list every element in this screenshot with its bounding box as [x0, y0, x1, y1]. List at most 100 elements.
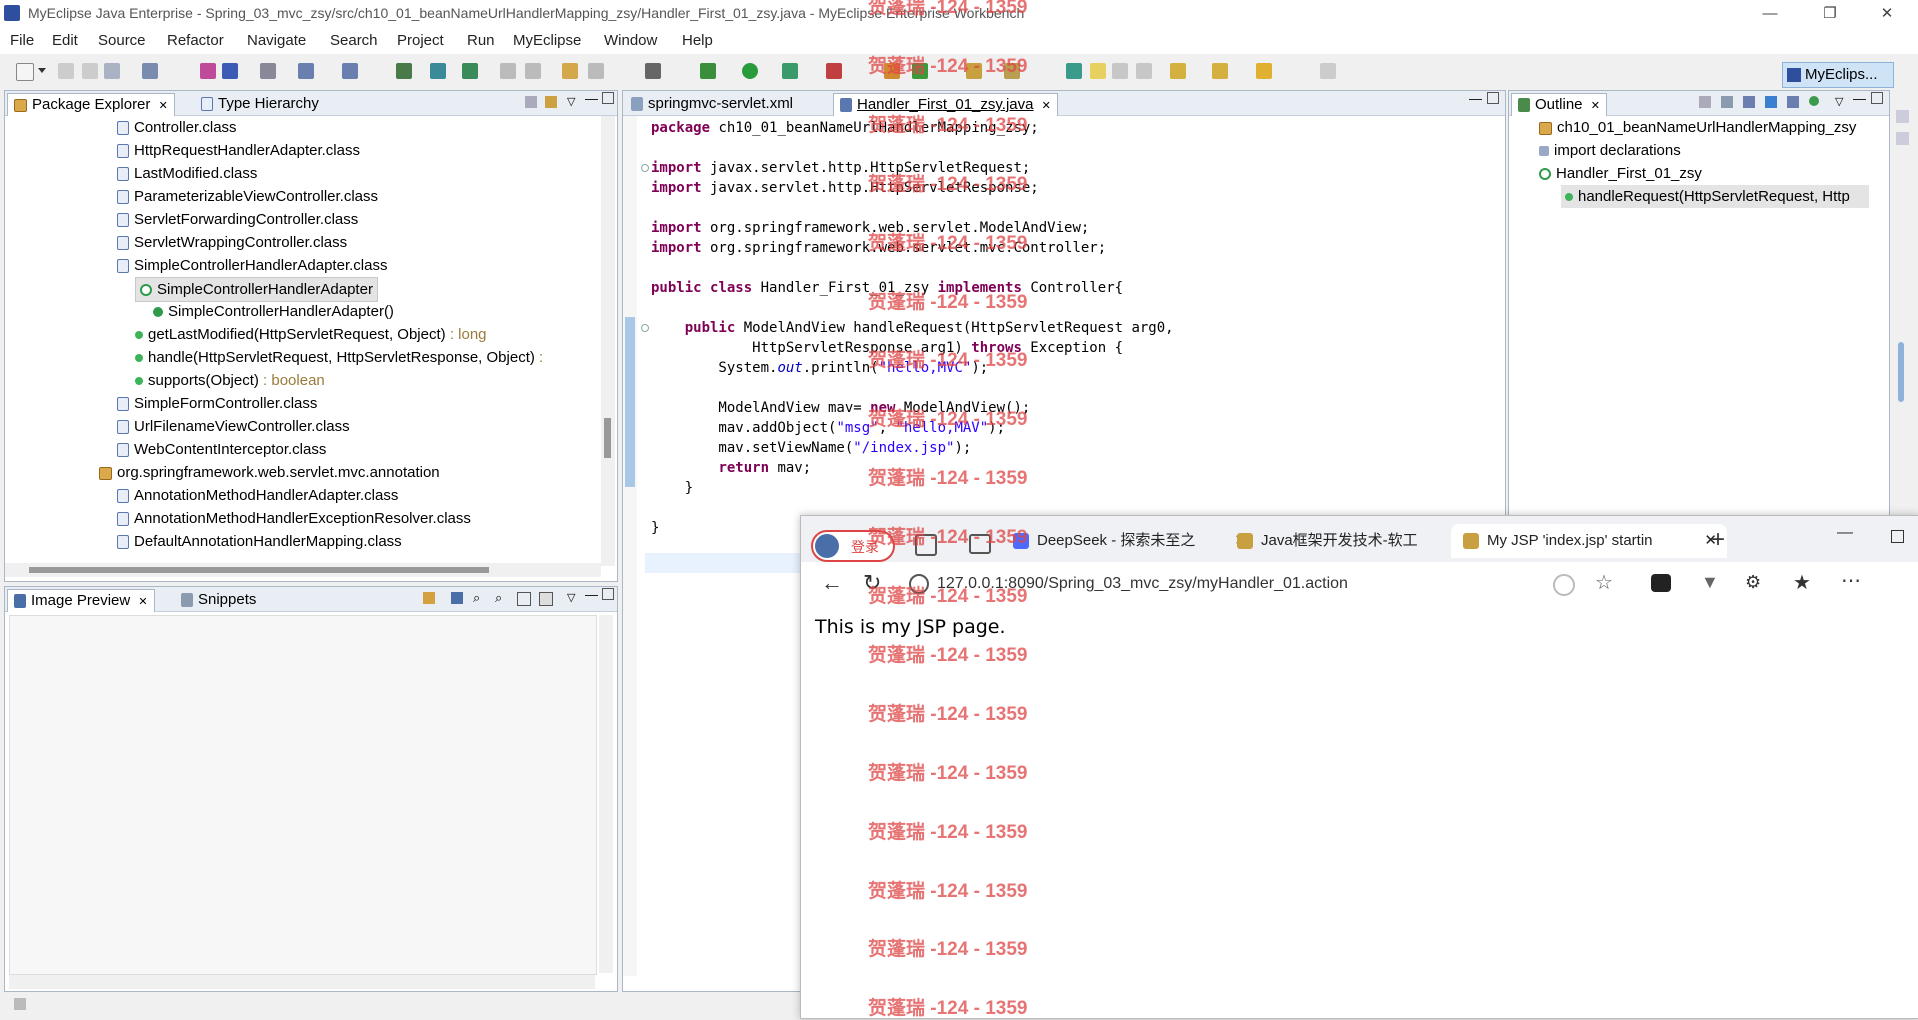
perspective-switcher[interactable]: MyEclips...: [1782, 62, 1894, 88]
db-icon[interactable]: [396, 63, 412, 79]
refresh-icon[interactable]: ↻: [863, 570, 881, 596]
restore-icon[interactable]: ❐: [1815, 4, 1845, 24]
actual-size-icon[interactable]: [517, 592, 531, 606]
jsp-icon[interactable]: [430, 63, 446, 79]
collapse-all-icon[interactable]: [1699, 96, 1711, 108]
sort-icon[interactable]: [1721, 96, 1733, 108]
save-icon[interactable]: [58, 63, 74, 79]
deploy-icon[interactable]: [200, 63, 216, 79]
browser-tab-myjsp[interactable]: My JSP 'index.jsp' startin ✕: [1451, 524, 1727, 558]
fit-icon[interactable]: [451, 592, 463, 604]
close-icon[interactable]: ✕: [159, 100, 168, 112]
tab-snippets[interactable]: Snippets: [175, 589, 262, 611]
minimize-icon[interactable]: —: [585, 587, 598, 602]
view-menu-icon[interactable]: ▽: [567, 95, 575, 108]
hide-fields-icon[interactable]: [1743, 96, 1755, 108]
menu-edit[interactable]: Edit: [52, 32, 78, 49]
tree-item[interactable]: DefaultAnnotationHandlerMapping.class: [117, 530, 402, 553]
horizontal-scrollbar[interactable]: [9, 975, 595, 989]
tree-item[interactable]: supports(Object) : boolean: [135, 369, 325, 392]
vertical-scrollbar[interactable]: [601, 116, 615, 566]
new-icon[interactable]: [16, 63, 34, 81]
outline-item[interactable]: import declarations: [1539, 139, 1681, 162]
outline-item[interactable]: ch10_01_beanNameUrlHandlerMapping_zsy: [1539, 116, 1856, 139]
tree-item[interactable]: Controller.class: [117, 116, 237, 139]
forward-icon[interactable]: [1320, 63, 1336, 79]
link-editor-icon[interactable]: [545, 96, 557, 108]
open-type-icon[interactable]: [260, 63, 276, 79]
tab-outline[interactable]: Outline ✕: [1511, 93, 1607, 116]
favorite-icon[interactable]: ☆: [1595, 570, 1613, 595]
open-icon[interactable]: [500, 63, 516, 79]
tab-handler-java[interactable]: Handler_First_01_zsy.java ✕: [833, 93, 1058, 116]
menu-file[interactable]: File: [10, 32, 34, 49]
minimize-icon[interactable]: —: [1469, 91, 1482, 106]
login-button[interactable]: 登录: [811, 530, 895, 562]
menu-help[interactable]: Help: [682, 32, 713, 49]
hide-nonpublic-icon[interactable]: [1787, 96, 1799, 108]
next-annotation-icon[interactable]: [1170, 63, 1186, 79]
tree-item[interactable]: SimpleControllerHandlerAdapter.class: [117, 254, 387, 277]
info-icon[interactable]: [909, 574, 929, 594]
external-tools-icon[interactable]: [826, 63, 842, 79]
tab-image-preview[interactable]: Image Preview ✕: [7, 589, 155, 612]
fullscreen-icon[interactable]: [539, 592, 553, 606]
maximize-icon[interactable]: [602, 92, 614, 104]
vertical-scrollbar[interactable]: [599, 615, 613, 973]
menu-navigate[interactable]: Navigate: [247, 32, 306, 49]
new-tab-button[interactable]: +: [1711, 526, 1725, 554]
tree-item[interactable]: LastModified.class: [117, 162, 257, 185]
fold-icon[interactable]: [641, 164, 649, 172]
fold-icon[interactable]: [641, 324, 649, 332]
close-icon[interactable]: ✕: [1872, 4, 1902, 24]
ant-icon[interactable]: [884, 63, 900, 79]
save-all-icon[interactable]: [82, 63, 98, 79]
menu-window[interactable]: Window: [604, 32, 657, 49]
link-icon[interactable]: [588, 63, 604, 79]
reload-icon[interactable]: [525, 63, 541, 79]
restore-view-icon[interactable]: [1896, 110, 1909, 123]
maximize-icon[interactable]: [1487, 92, 1499, 104]
view-menu-icon[interactable]: ▽: [1835, 95, 1843, 108]
maximize-icon[interactable]: [1891, 530, 1904, 543]
puzzle-icon[interactable]: ⚙: [1745, 572, 1761, 593]
minimize-icon[interactable]: —: [1837, 524, 1853, 542]
maximize-icon[interactable]: [1871, 92, 1883, 104]
hide-static-icon[interactable]: [1765, 96, 1777, 108]
tree-item[interactable]: handle(HttpServletRequest, HttpServletRe…: [135, 346, 543, 369]
prev-annotation-icon[interactable]: [1212, 63, 1228, 79]
extension-icon[interactable]: [1651, 574, 1671, 592]
annotation-icon[interactable]: [1066, 63, 1082, 79]
pin-icon[interactable]: [423, 592, 435, 604]
close-icon[interactable]: ✕: [138, 596, 147, 608]
shield-icon[interactable]: ▼: [1701, 572, 1719, 593]
web-service-icon[interactable]: [298, 63, 314, 79]
tree-item[interactable]: ParameterizableViewController.class: [117, 185, 378, 208]
tree-item[interactable]: ServletForwardingController.class: [117, 208, 358, 231]
print-icon[interactable]: [104, 63, 120, 79]
tab-actions-icon[interactable]: [969, 534, 991, 554]
read-aloud-icon[interactable]: [1553, 574, 1575, 596]
browser-tab-java[interactable]: Java框架开发技术-软工 ✕: [1225, 524, 1481, 558]
menu-search[interactable]: Search: [330, 32, 378, 49]
close-icon[interactable]: ✕: [1042, 100, 1051, 112]
edit-icon[interactable]: [562, 63, 578, 79]
menu-myeclipse[interactable]: MyEclipse: [513, 32, 581, 49]
minimize-icon[interactable]: —: [1755, 4, 1785, 24]
close-icon[interactable]: ✕: [1591, 100, 1600, 112]
menu-refactor[interactable]: Refactor: [167, 32, 224, 49]
trim-scroll[interactable]: [1898, 342, 1904, 402]
tree-item[interactable]: AnnotationMethodHandlerAdapter.class: [117, 484, 398, 507]
tree-item[interactable]: AnnotationMethodHandlerExceptionResolver…: [117, 507, 471, 530]
terminal-icon[interactable]: [645, 63, 661, 79]
view-menu-icon[interactable]: ▽: [567, 591, 575, 604]
new-class-icon[interactable]: [912, 63, 928, 79]
tree-item[interactable]: org.springframework.web.servlet.mvc.anno…: [99, 461, 440, 484]
zoom-out-icon[interactable]: ⌕: [473, 590, 480, 606]
tree-item[interactable]: HttpRequestHandlerAdapter.class: [117, 139, 360, 162]
run-last-icon[interactable]: [782, 63, 798, 79]
ejb-icon[interactable]: [342, 63, 358, 79]
tree-item[interactable]: SimpleFormController.class: [117, 392, 317, 415]
tree-item[interactable]: getLastModified(HttpServletRequest, Obje…: [135, 323, 487, 346]
menu-project[interactable]: Project: [397, 32, 444, 49]
